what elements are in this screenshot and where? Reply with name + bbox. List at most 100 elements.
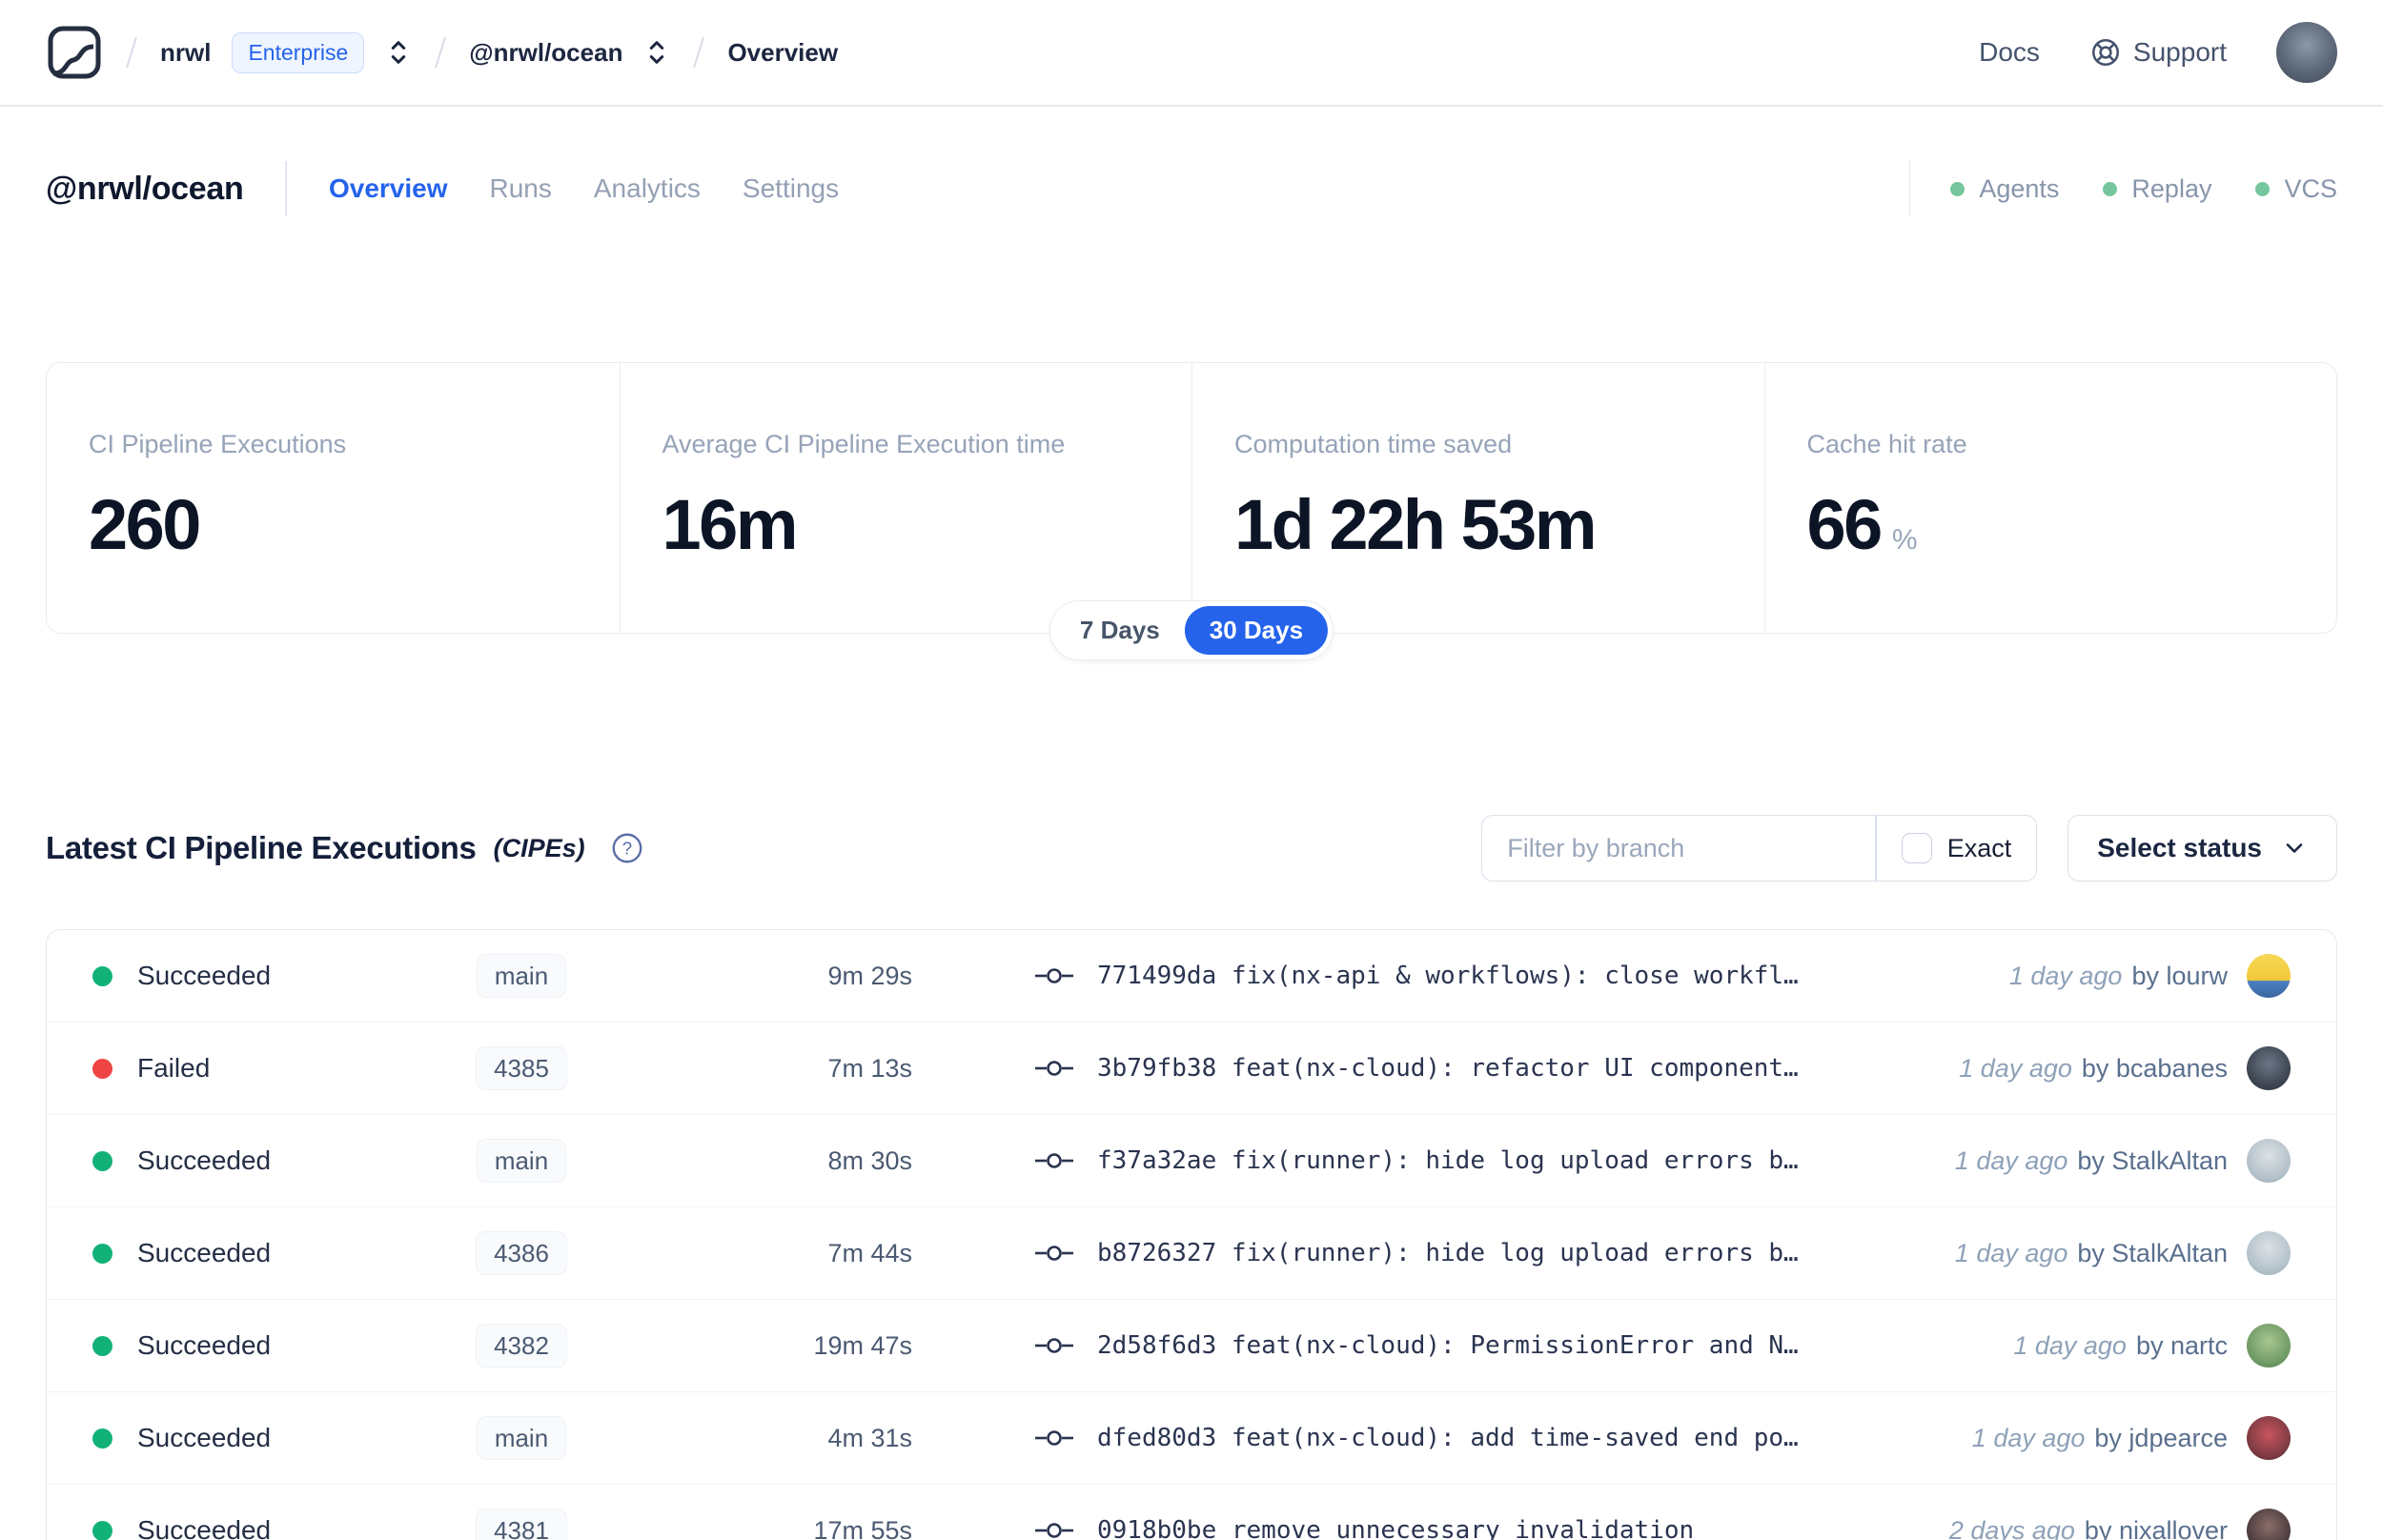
cipes-header: Latest CI Pipeline Executions (CIPEs) ? … <box>46 815 2337 881</box>
date-range-toggle: 7 Days 30 Days <box>1049 600 1334 660</box>
time-ago: 2 days ago <box>1948 1515 2075 1540</box>
exact-checkbox[interactable] <box>1901 833 1932 863</box>
stat-ci-pipeline-executions: CI Pipeline Executions 260 <box>47 363 620 633</box>
range-30-days-button[interactable]: 30 Days <box>1184 606 1329 655</box>
breadcrumb-separator <box>691 33 706 71</box>
commit-message[interactable]: 771499da fix(nx-api & workflows): close … <box>1097 962 1799 990</box>
status-dot-icon <box>2255 181 2271 196</box>
branch-badge[interactable]: 4382 <box>476 1324 567 1368</box>
commit-message[interactable]: f37a32ae fix(runner): hide log upload er… <box>1097 1146 1799 1175</box>
table-row[interactable]: Succeeded 4386 7m 44s b8726327 fix(runne… <box>47 1207 2336 1300</box>
org-switcher-chevron-icon[interactable] <box>385 37 412 68</box>
status-dot-icon <box>92 1243 112 1264</box>
stats-section: CI Pipeline Executions 260 Average CI Pi… <box>46 362 2337 660</box>
integration-vcs[interactable]: VCS <box>2255 174 2337 204</box>
table-row[interactable]: Succeeded 4382 19m 47s 2d58f6d3 feat(nx-… <box>47 1300 2336 1392</box>
support-label: Support <box>2132 37 2227 67</box>
status-label: Failed <box>137 1053 211 1083</box>
duration: 4m 31s <box>827 1423 912 1452</box>
commit-message[interactable]: b8726327 fix(runner): hide log upload er… <box>1097 1239 1799 1267</box>
author-avatar[interactable] <box>2247 1231 2291 1275</box>
branch-badge[interactable]: main <box>476 1416 567 1460</box>
author-avatar[interactable] <box>2247 1509 2291 1540</box>
status-label: Succeeded <box>137 1145 272 1175</box>
author: by nixallover <box>2084 1515 2228 1540</box>
nx-cloud-logo-icon[interactable] <box>46 24 103 81</box>
top-bar: nrwl Enterprise @nrwl/ocean Overview Doc… <box>0 0 2383 107</box>
git-commit-icon <box>1034 1333 1074 1358</box>
author: by StalkAltan <box>2077 1238 2228 1267</box>
table-row[interactable]: Succeeded main 4m 31s dfed80d3 feat(nx-c… <box>47 1392 2336 1485</box>
svg-text:?: ? <box>621 839 631 859</box>
status-dot-icon <box>2103 181 2118 196</box>
exact-label: Exact <box>1946 833 2012 862</box>
integration-label: VCS <box>2284 173 2337 203</box>
git-commit-icon <box>1034 1148 1074 1173</box>
workspace-name[interactable]: @nrwl/ocean <box>469 38 622 68</box>
author: by jdpearce <box>2094 1423 2228 1452</box>
branch-badge[interactable]: 4381 <box>476 1509 567 1540</box>
status-dot-icon <box>92 1058 112 1079</box>
author-avatar[interactable] <box>2247 1046 2291 1090</box>
divider <box>285 161 287 216</box>
user-avatar[interactable] <box>2276 22 2337 83</box>
stats-card: CI Pipeline Executions 260 Average CI Pi… <box>46 362 2337 634</box>
stat-average-execution-time: Average CI Pipeline Execution time 16m <box>619 363 1192 633</box>
time-ago: 1 day ago <box>1959 1053 2072 1083</box>
commit-message[interactable]: 2d58f6d3 feat(nx-cloud): PermissionError… <box>1097 1331 1799 1360</box>
stat-value: 260 <box>89 485 201 564</box>
stat-label: Computation time saved <box>1234 430 1513 458</box>
tab-settings[interactable]: Settings <box>743 173 839 204</box>
cipes-filters: Exact Select status <box>1481 815 2337 881</box>
table-row[interactable]: Succeeded 4381 17m 55s 0918b0be remove u… <box>47 1485 2336 1540</box>
status-dot-icon <box>92 1428 112 1449</box>
table-row[interactable]: Succeeded main 9m 29s 771499da fix(nx-ap… <box>47 930 2336 1023</box>
select-status-dropdown[interactable]: Select status <box>2067 815 2337 881</box>
support-link[interactable]: Support <box>2089 36 2227 69</box>
help-icon[interactable]: ? <box>610 831 644 865</box>
git-commit-icon <box>1034 1518 1074 1540</box>
tab-runs[interactable]: Runs <box>490 173 552 204</box>
branch-badge[interactable]: 4386 <box>476 1231 567 1275</box>
integration-replay[interactable]: Replay <box>2103 174 2211 204</box>
commit-message[interactable]: dfed80d3 feat(nx-cloud): add time-saved … <box>1097 1424 1799 1452</box>
branch-filter-group: Exact <box>1481 815 2038 881</box>
integration-label: Agents <box>1979 173 2060 203</box>
org-name[interactable]: nrwl <box>160 38 211 68</box>
chevron-down-icon <box>2281 835 2308 861</box>
author: by nartc <box>2135 1330 2228 1360</box>
docs-link[interactable]: Docs <box>1979 37 2040 68</box>
author-avatar[interactable] <box>2247 1139 2291 1183</box>
author-avatar[interactable] <box>2247 1416 2291 1460</box>
branch-badge[interactable]: 4385 <box>476 1046 567 1090</box>
exact-toggle[interactable]: Exact <box>1877 816 2037 881</box>
git-commit-icon <box>1034 1241 1074 1266</box>
cipes-title-suffix: (CIPEs) <box>493 833 585 862</box>
author-avatar[interactable] <box>2247 1324 2291 1368</box>
status-label: Succeeded <box>137 1515 272 1540</box>
cipes-title: Latest CI Pipeline Executions <box>46 830 477 865</box>
author: by lourw <box>2131 961 2228 990</box>
integration-agents[interactable]: Agents <box>1950 174 2059 204</box>
table-row[interactable]: Succeeded main 8m 30s f37a32ae fix(runne… <box>47 1115 2336 1207</box>
duration: 7m 44s <box>827 1238 912 1267</box>
lifebuoy-icon <box>2089 36 2122 69</box>
stat-cache-hit-rate: Cache hit rate 66 % <box>1763 363 2337 633</box>
branch-filter-input[interactable] <box>1482 816 1876 881</box>
status-dot-icon <box>1950 181 1965 196</box>
commit-message[interactable]: 0918b0be remove unnecessary invalidation <box>1097 1516 1694 1540</box>
workspace-switcher-chevron-icon[interactable] <box>643 37 670 68</box>
range-7-days-button[interactable]: 7 Days <box>1055 606 1185 655</box>
stat-computation-time-saved: Computation time saved 1d 22h 53m <box>1192 363 1764 633</box>
enterprise-badge: Enterprise <box>232 31 365 73</box>
select-status-label: Select status <box>2097 833 2262 862</box>
branch-badge[interactable]: main <box>476 954 567 998</box>
tab-overview[interactable]: Overview <box>329 173 448 204</box>
git-commit-icon <box>1034 1056 1074 1081</box>
author-avatar[interactable] <box>2247 954 2291 998</box>
time-ago: 1 day ago <box>1971 1423 2086 1452</box>
commit-message[interactable]: 3b79fb38 feat(nx-cloud): refactor UI com… <box>1097 1054 1799 1083</box>
tab-analytics[interactable]: Analytics <box>594 173 701 204</box>
table-row[interactable]: Failed 4385 7m 13s 3b79fb38 feat(nx-clou… <box>47 1023 2336 1115</box>
branch-badge[interactable]: main <box>476 1139 567 1183</box>
